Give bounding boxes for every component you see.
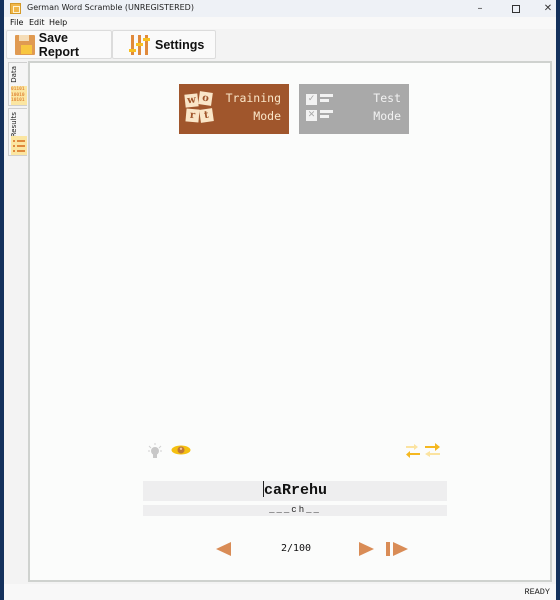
settings-label: Settings: [155, 37, 205, 52]
word-pattern-field: ___ch__: [143, 505, 447, 516]
lightbulb-icon[interactable]: [148, 443, 162, 459]
next-button[interactable]: [359, 542, 375, 556]
close-icon: ✕: [543, 3, 553, 14]
tile: t: [199, 108, 214, 123]
swap-arrows-icon[interactable]: [406, 443, 442, 459]
toolbar: Save Report Settings: [4, 29, 556, 59]
check-box: ✕: [306, 110, 317, 121]
training-mode-line1: Training: [225, 91, 281, 105]
close-button[interactable]: ✕: [535, 0, 560, 17]
status-text: READY: [524, 587, 550, 597]
training-mode-button[interactable]: w o r t Training Mode: [179, 84, 289, 134]
tile: o: [198, 91, 213, 106]
floppy-disk-icon: [15, 34, 35, 55]
word-counter: 2/100: [280, 543, 312, 554]
list-icon: [11, 136, 27, 155]
tab-data[interactable]: Data 01101 10010 10101: [8, 62, 27, 106]
test-mode-line2: Mode: [373, 109, 401, 123]
word-pattern: ___ch__: [269, 505, 321, 515]
minimize-icon: –: [477, 3, 483, 14]
skip-end-icon: [393, 542, 408, 556]
status-bar: READY: [4, 584, 556, 600]
side-tab-strip: Data 01101 10010 10101 Results: [6, 60, 28, 580]
menu-bar: File Edit Help: [4, 17, 556, 29]
triangle-right-icon: [359, 542, 374, 556]
title-bar: German Word Scramble (UNREGISTERED) – ✕: [4, 0, 556, 17]
tab-results-label: Results: [10, 112, 18, 138]
window-title: German Word Scramble (UNREGISTERED): [27, 3, 194, 12]
save-report-label: Save Report: [38, 30, 80, 59]
check-box: ✓: [306, 94, 317, 105]
app-icon: [10, 3, 21, 14]
previous-button[interactable]: [216, 542, 232, 556]
binary-row: 10101: [11, 98, 25, 103]
tab-data-label: Data: [10, 66, 18, 83]
eye-icon[interactable]: [171, 445, 191, 455]
menu-file[interactable]: File: [10, 18, 23, 27]
scrambled-word-field[interactable]: caRrehu: [143, 481, 447, 501]
tab-results[interactable]: Results: [8, 108, 27, 156]
sliders-icon: [129, 34, 151, 55]
test-mode-button[interactable]: ✓ ✕ Test Mode: [299, 84, 409, 134]
menu-help[interactable]: Help: [49, 18, 67, 27]
tile: w: [184, 93, 199, 108]
tile: r: [185, 108, 200, 123]
skip-to-end-button[interactable]: [386, 542, 410, 556]
test-mode-line1: Test: [373, 91, 401, 105]
binary-data-icon: 01101 10010 10101: [11, 86, 27, 105]
save-report-button[interactable]: Save Report: [6, 30, 112, 59]
training-mode-line2: Mode: [253, 109, 281, 123]
triangle-left-icon: [216, 542, 231, 556]
scrambled-word: caRrehu: [263, 482, 327, 499]
minimize-button[interactable]: –: [467, 0, 493, 17]
maximize-icon: [512, 4, 520, 13]
menu-edit[interactable]: Edit: [29, 18, 45, 27]
settings-button[interactable]: Settings: [112, 30, 216, 59]
maximize-button[interactable]: [503, 0, 529, 17]
binary-row: 01101: [11, 87, 25, 92]
main-panel: w o r t Training Mode ✓ ✕ Test Mode caRr…: [28, 61, 552, 582]
app-window: German Word Scramble (UNREGISTERED) – ✕ …: [4, 0, 556, 600]
